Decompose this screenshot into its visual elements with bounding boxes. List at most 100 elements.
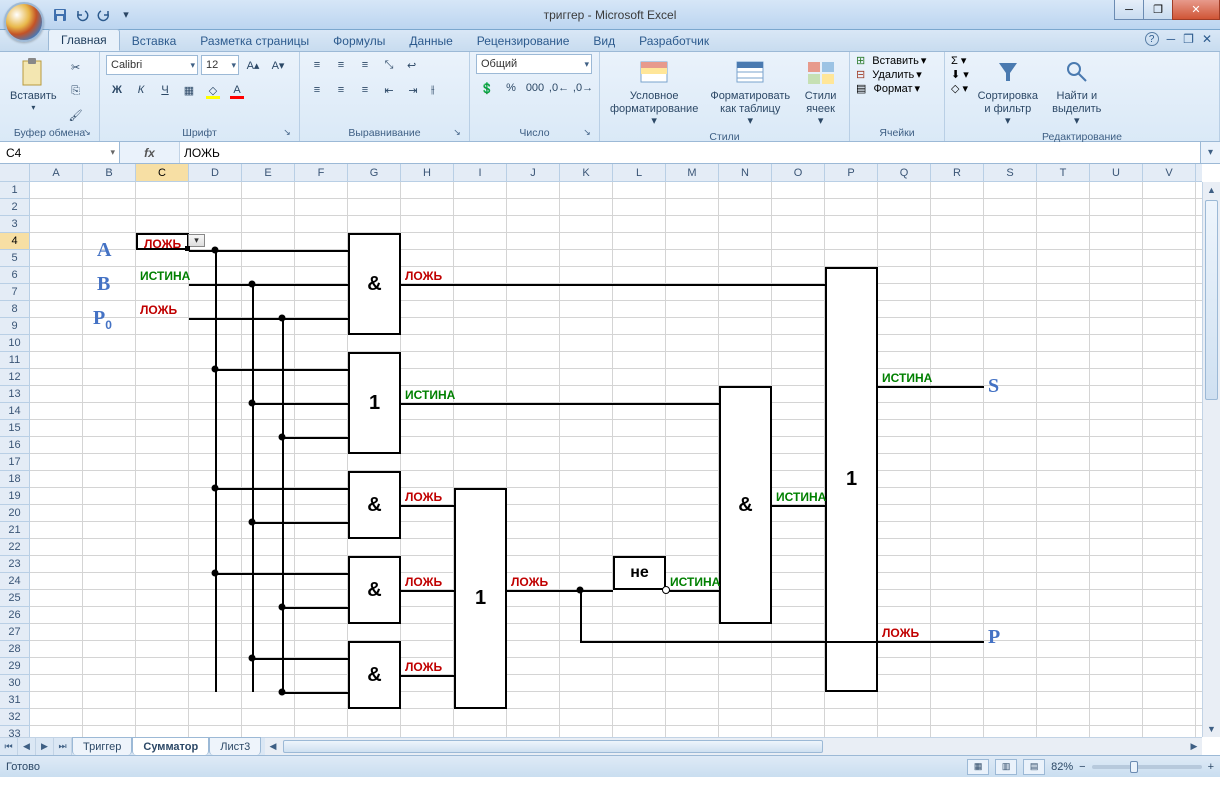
scroll-right-icon[interactable]: ▶ [1186, 738, 1202, 755]
tab-last-icon[interactable]: ⏭ [54, 738, 72, 755]
row-header[interactable]: 12 [0, 369, 29, 386]
hscroll-thumb[interactable] [283, 740, 823, 753]
scroll-down-icon[interactable]: ▼ [1203, 721, 1220, 737]
shrink-font-icon[interactable]: A▾ [267, 54, 289, 76]
bold-button[interactable]: Ж [106, 79, 128, 101]
tab-first-icon[interactable]: ⏮ [0, 738, 18, 755]
col-header[interactable]: C [136, 164, 189, 181]
sort-filter-button[interactable]: Сортировка и фильтр ▾ [973, 54, 1043, 130]
scroll-up-icon[interactable]: ▲ [1203, 182, 1220, 198]
row-header[interactable]: 10 [0, 335, 29, 352]
row-header[interactable]: 17 [0, 454, 29, 471]
inc-decimal-icon[interactable]: ,0← [548, 77, 570, 99]
col-header[interactable]: G [348, 164, 401, 181]
zoom-in-icon[interactable]: + [1208, 761, 1214, 773]
col-header[interactable]: J [507, 164, 560, 181]
align-right-icon[interactable]: ≡ [354, 79, 376, 101]
percent-icon[interactable]: % [500, 77, 522, 99]
col-header[interactable]: E [242, 164, 295, 181]
close-button[interactable]: ✕ [1172, 0, 1220, 20]
tab-formulas[interactable]: Формулы [321, 31, 397, 51]
col-header[interactable]: B [83, 164, 136, 181]
row-header[interactable]: 11 [0, 352, 29, 369]
ribbon-minimize-icon[interactable]: ─ [1167, 32, 1176, 46]
col-header[interactable]: A [30, 164, 83, 181]
zoom-slider[interactable] [1092, 765, 1202, 769]
tab-prev-icon[interactable]: ◀ [18, 738, 36, 755]
row-header[interactable]: 28 [0, 641, 29, 658]
row-header[interactable]: 5 [0, 250, 29, 267]
autosum-icon[interactable]: Σ ▾ [951, 54, 969, 67]
col-header[interactable]: U [1090, 164, 1143, 181]
row-header[interactable]: 3 [0, 216, 29, 233]
row-header[interactable]: 19 [0, 488, 29, 505]
indent-dec-icon[interactable]: ⇤ [378, 79, 400, 101]
tab-review[interactable]: Рецензирование [465, 31, 582, 51]
sheet-tab-trigger[interactable]: Триггер [72, 737, 132, 755]
borders-icon[interactable]: ▦ [178, 79, 200, 101]
undo-icon[interactable] [74, 7, 90, 23]
fill-color-icon[interactable]: ◇ [202, 79, 224, 101]
tab-developer[interactable]: Разработчик [627, 31, 721, 51]
insert-cells-button[interactable]: ⊞ Вставить ▾ [856, 54, 926, 67]
align-left-icon[interactable]: ≡ [306, 79, 328, 101]
vertical-scrollbar[interactable]: ▲ ▼ [1202, 182, 1220, 737]
row-header[interactable]: 23 [0, 556, 29, 573]
row-header[interactable]: 1 [0, 182, 29, 199]
workbook-restore-icon[interactable]: ❐ [1183, 32, 1194, 46]
dec-decimal-icon[interactable]: ,0→ [572, 77, 594, 99]
col-header[interactable]: M [666, 164, 719, 181]
row-header[interactable]: 21 [0, 522, 29, 539]
view-pagebreak-icon[interactable]: ▤ [1023, 759, 1045, 775]
cells-area[interactable]: ABP0SPЛОЖЬ▾ИСТИНАЛОЖЬ&1&&&1не&1ЛОЖЬИСТИН… [30, 182, 1202, 737]
row-header[interactable]: 18 [0, 471, 29, 488]
delete-cells-button[interactable]: ⊟ Удалить ▾ [856, 68, 926, 81]
col-header[interactable]: K [560, 164, 613, 181]
col-header[interactable]: Q [878, 164, 931, 181]
col-header[interactable]: P [825, 164, 878, 181]
row-header[interactable]: 30 [0, 675, 29, 692]
help-icon[interactable]: ? [1145, 32, 1159, 46]
col-header[interactable]: L [613, 164, 666, 181]
vscroll-thumb[interactable] [1205, 200, 1218, 400]
row-header[interactable]: 9 [0, 318, 29, 335]
row-header[interactable]: 27 [0, 624, 29, 641]
office-button[interactable] [4, 2, 44, 42]
row-header[interactable]: 24 [0, 573, 29, 590]
number-launcher[interactable]: ↘ [581, 127, 593, 139]
align-top-icon[interactable]: ≡ [306, 54, 328, 76]
select-all-corner[interactable] [0, 164, 30, 182]
col-header[interactable]: R [931, 164, 984, 181]
tab-view[interactable]: Вид [581, 31, 627, 51]
col-header[interactable]: S [984, 164, 1037, 181]
view-normal-icon[interactable]: ▦ [967, 759, 989, 775]
col-header[interactable]: D [189, 164, 242, 181]
row-header[interactable]: 14 [0, 403, 29, 420]
tab-insert[interactable]: Вставка [120, 31, 189, 51]
row-header[interactable]: 25 [0, 590, 29, 607]
sheet-tab-summator[interactable]: Сумматор [132, 737, 209, 755]
formula-expand[interactable]: ▾ [1200, 142, 1220, 163]
workbook-close-icon[interactable]: ✕ [1202, 32, 1212, 46]
save-icon[interactable] [52, 7, 68, 23]
tab-next-icon[interactable]: ▶ [36, 738, 54, 755]
conditional-formatting-button[interactable]: Условное форматирование ▾ [606, 54, 702, 130]
align-center-icon[interactable]: ≡ [330, 79, 352, 101]
formula-input[interactable] [180, 146, 1200, 160]
row-header[interactable]: 32 [0, 709, 29, 726]
tab-home[interactable]: Главная [48, 29, 120, 51]
qat-more-icon[interactable]: ▾ [118, 7, 134, 23]
col-header[interactable]: O [772, 164, 825, 181]
italic-button[interactable]: К [130, 79, 152, 101]
col-header[interactable]: V [1143, 164, 1196, 181]
name-box[interactable]: C4 [0, 142, 120, 163]
redo-icon[interactable] [96, 7, 112, 23]
format-painter-icon[interactable]: 🖌 [65, 104, 87, 126]
col-header[interactable]: H [401, 164, 454, 181]
row-header[interactable]: 20 [0, 505, 29, 522]
row-header[interactable]: 13 [0, 386, 29, 403]
font-size[interactable]: 12 [201, 55, 239, 75]
wrap-text-icon[interactable]: ↩ [402, 54, 421, 76]
sheet-tab-list3[interactable]: Лист3 [209, 737, 261, 755]
row-header[interactable]: 6 [0, 267, 29, 284]
